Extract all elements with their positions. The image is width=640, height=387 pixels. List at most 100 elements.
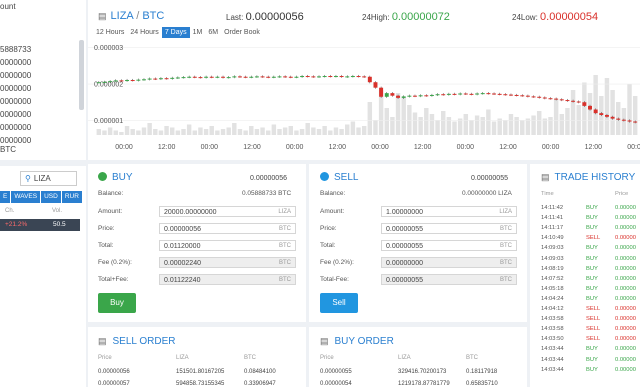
buy-balance-value[interactable]: 0.05888733 BTC bbox=[242, 190, 291, 197]
volume-bar bbox=[136, 130, 141, 135]
candle bbox=[158, 78, 163, 80]
last-label: Last: bbox=[226, 13, 244, 22]
sell-button[interactable]: Sell bbox=[320, 293, 358, 313]
high-label: 24High: bbox=[362, 13, 390, 22]
volume-bar bbox=[96, 129, 102, 135]
th-price: 0.00000 bbox=[615, 235, 636, 242]
range-tab-1m[interactable]: 1M bbox=[190, 27, 206, 38]
sell-balance-value[interactable]: 0.00000000 LIZA bbox=[462, 190, 512, 197]
sell-price-input[interactable]: 0.00000055 BTC bbox=[381, 223, 517, 234]
buy-amount-input[interactable]: 20000.00000000 LIZA bbox=[159, 206, 296, 217]
low-price: 24Low: 0.00000054 bbox=[512, 11, 598, 23]
range-tab-6m[interactable]: 6M bbox=[205, 27, 221, 38]
candle bbox=[192, 76, 197, 78]
balance-row[interactable]: 0000000 bbox=[0, 71, 31, 80]
candle bbox=[345, 76, 350, 78]
sell-total-input[interactable]: 0.00000055 BTC bbox=[381, 240, 517, 251]
volume-bar bbox=[582, 82, 587, 135]
balances-scrollbar[interactable] bbox=[79, 40, 84, 110]
market-tab-waves[interactable]: WAVES bbox=[11, 191, 41, 203]
candle bbox=[407, 95, 412, 97]
sell-amount-input[interactable]: 1.00000000 LIZA bbox=[381, 206, 517, 217]
volume-bar bbox=[418, 117, 423, 135]
market-row[interactable]: +21.2% 50.5 bbox=[0, 219, 80, 231]
balance-row[interactable]: 0000000 bbox=[0, 84, 31, 93]
th-price: 0.00000 bbox=[615, 255, 636, 262]
candle bbox=[209, 76, 214, 78]
market-tab-usd[interactable]: USD bbox=[41, 191, 61, 203]
volume-bar bbox=[424, 108, 429, 135]
change-header: Ch. bbox=[5, 208, 15, 214]
volume-bar bbox=[497, 118, 502, 135]
volume-bar bbox=[395, 93, 401, 135]
th-price: 0.00000 bbox=[615, 366, 636, 373]
candle bbox=[531, 96, 536, 98]
balance-row[interactable]: 0000000 bbox=[0, 123, 31, 132]
candle bbox=[226, 77, 231, 79]
range-tab-orderbook[interactable]: Order Book bbox=[221, 27, 263, 38]
buy-price-input[interactable]: 0.00000056 BTC bbox=[159, 223, 296, 234]
balance-row[interactable]: 0000000 bbox=[0, 97, 31, 106]
x-tick-label: 12:00 bbox=[499, 144, 517, 151]
candle bbox=[469, 93, 474, 95]
price-chart[interactable]: 0.0000030.0000020.00000100:00 12:00 00:00 1… bbox=[88, 38, 640, 153]
buy-total-label: Total: bbox=[98, 242, 114, 249]
so-total: 0.08484100 bbox=[244, 369, 276, 375]
volume-bar bbox=[288, 126, 294, 135]
balance-row[interactable]: 5888733 bbox=[0, 45, 31, 54]
candle bbox=[396, 95, 401, 98]
volume-bar bbox=[627, 84, 632, 135]
candle bbox=[170, 77, 175, 79]
candle bbox=[616, 118, 621, 120]
balance-row[interactable]: 0000000 bbox=[0, 110, 31, 119]
x-tick-label: 12:00 bbox=[158, 144, 176, 151]
sell-totalfee-unit: BTC bbox=[500, 277, 512, 283]
balance-row[interactable]: 0000000 bbox=[0, 58, 31, 67]
th-time: 14:11:17 bbox=[541, 225, 564, 232]
volume-bar bbox=[361, 126, 367, 135]
balance-row[interactable]: 0000000 bbox=[0, 136, 31, 145]
market-volume: 50.5 bbox=[53, 221, 66, 228]
candle bbox=[480, 93, 485, 95]
volume-bar bbox=[514, 117, 519, 135]
th-type: BUY bbox=[586, 245, 598, 252]
market-search-input[interactable]: ⚲ LIZA bbox=[20, 171, 77, 186]
buy-button[interactable]: Buy bbox=[98, 293, 136, 313]
candle bbox=[311, 76, 316, 78]
volume-bar bbox=[604, 78, 610, 135]
x-tick-label: 00:00 bbox=[371, 144, 389, 151]
volume-bar bbox=[491, 121, 497, 135]
volume-bar bbox=[553, 99, 559, 135]
candle bbox=[520, 95, 525, 97]
x-tick-label: 00:00 bbox=[115, 144, 133, 151]
volume-bar bbox=[384, 108, 389, 135]
candle bbox=[588, 105, 592, 110]
th-time: 14:08:19 bbox=[541, 265, 564, 272]
candle bbox=[452, 93, 457, 95]
volume-bar bbox=[249, 126, 254, 135]
candle bbox=[599, 113, 604, 115]
low-value: 0.00000054 bbox=[540, 11, 599, 23]
market-tab[interactable]: E bbox=[0, 191, 11, 203]
candle bbox=[322, 76, 327, 78]
sell-total-unit: BTC bbox=[500, 243, 512, 249]
range-tab-24h[interactable]: 24 Hours bbox=[127, 27, 161, 38]
th-price: 0.00000 bbox=[615, 346, 636, 353]
so-btc-header: BTC bbox=[244, 355, 256, 361]
volume-bar bbox=[531, 115, 536, 135]
buy-price-value: 0.00000056 bbox=[164, 226, 201, 233]
th-price: 0.00000 bbox=[615, 205, 636, 211]
range-tab-7d[interactable]: 7 Days bbox=[161, 27, 190, 38]
candle bbox=[367, 76, 372, 83]
buy-total-input[interactable]: 0.01120000 BTC bbox=[159, 240, 296, 251]
buy-totalfee-label: Total+Fee: bbox=[98, 276, 129, 283]
candle bbox=[130, 80, 135, 82]
market-tab-rur[interactable]: RUR bbox=[61, 191, 82, 203]
candle bbox=[96, 82, 101, 84]
range-tab-12h[interactable]: 12 Hours bbox=[93, 27, 127, 38]
candle bbox=[458, 93, 463, 95]
candle bbox=[350, 76, 355, 78]
volume-bar bbox=[226, 127, 231, 135]
sell-fee-value: 0.00000000 bbox=[386, 260, 423, 267]
candle bbox=[317, 76, 321, 78]
